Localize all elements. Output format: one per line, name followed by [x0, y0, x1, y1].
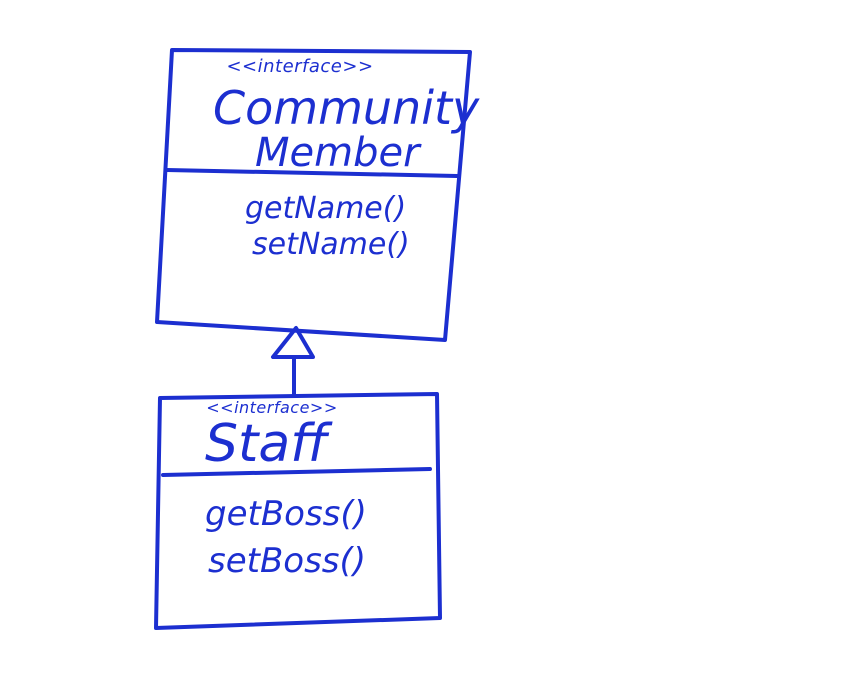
staff-method: setBoss(): [208, 541, 366, 581]
staff-class: <<interface>> Staff getBoss() setBoss(): [154, 392, 442, 630]
community-member-method: getName(): [245, 191, 406, 226]
generalization-arrow: [271, 326, 315, 398]
community-member-name-line2: Member: [255, 130, 422, 176]
uml-class-diagram: <<interface>> Community Member getName()…: [154, 48, 480, 630]
community-member-class: <<interface>> Community Member getName()…: [155, 48, 480, 342]
staff-name: Staff: [205, 414, 333, 474]
staff-method: getBoss(): [205, 494, 367, 534]
community-member-stereotype: <<interface>>: [226, 56, 373, 77]
community-member-method: setName(): [252, 227, 410, 262]
community-member-name-line1: Community: [213, 81, 480, 135]
